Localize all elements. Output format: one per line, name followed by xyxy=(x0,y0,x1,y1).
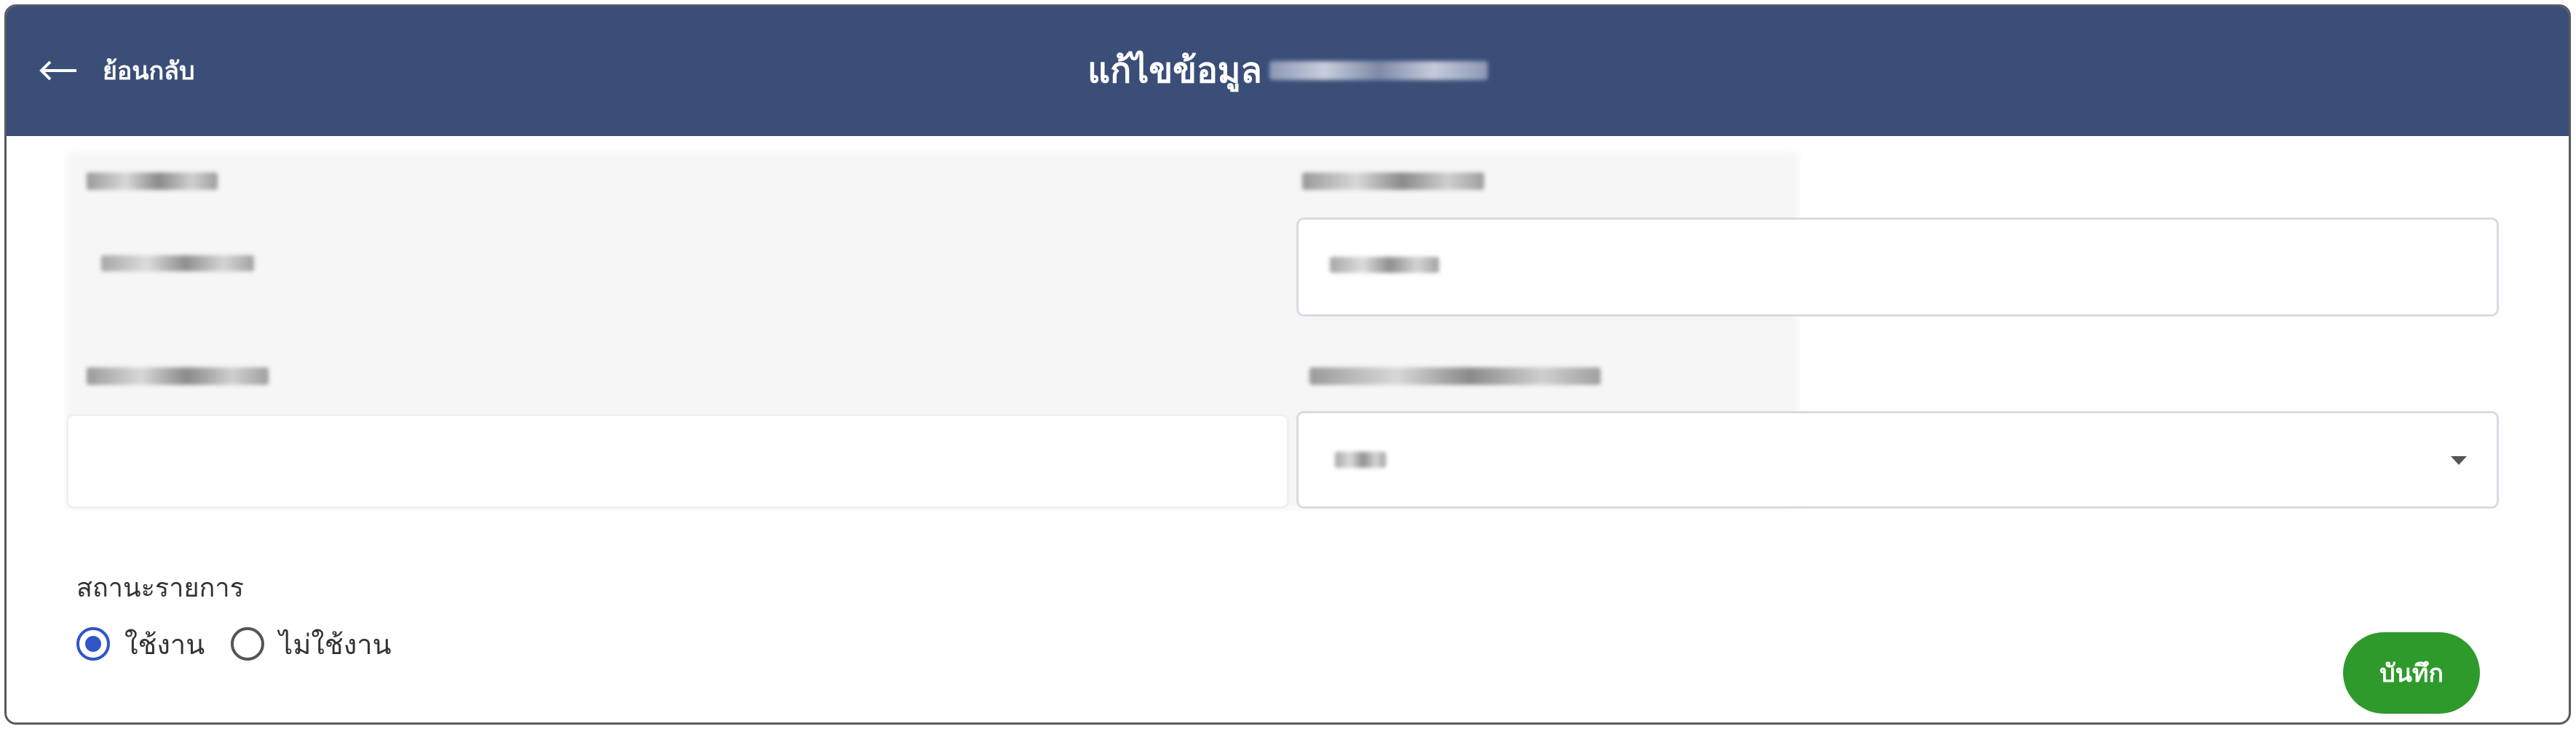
save-button[interactable]: บันทึก xyxy=(2343,632,2480,714)
text-input-2[interactable] xyxy=(1296,218,2499,316)
edit-form-window: ย้อนกลับ แก้ไขข้อมูล สถานะรายการ ใช้งาน … xyxy=(4,4,2571,725)
status-label: สถานะรายการ xyxy=(76,573,244,603)
field-value-2 xyxy=(1330,257,1439,273)
field-label-2 xyxy=(1302,172,1484,190)
field-label-1 xyxy=(87,172,218,190)
field-label-4 xyxy=(1309,367,1601,385)
radio-inactive[interactable] xyxy=(231,627,265,661)
text-input-3[interactable] xyxy=(66,414,1289,509)
status-radio-group: ใช้งาน ไม่ใช้งาน xyxy=(76,622,418,666)
field-label-3 xyxy=(87,367,269,385)
page-title: แก้ไขข้อมูล xyxy=(1087,50,1262,91)
status-option-active[interactable]: ใช้งาน xyxy=(76,622,205,666)
select-4[interactable] xyxy=(1296,411,2499,509)
page-title-wrap: แก้ไขข้อมูล xyxy=(7,43,2569,98)
radio-active[interactable] xyxy=(76,627,110,661)
status-option-active-label: ใช้งาน xyxy=(124,628,205,661)
select-value-4 xyxy=(1335,452,1386,468)
status-option-inactive[interactable]: ไม่ใช้งาน xyxy=(231,622,392,666)
caret-down-icon xyxy=(2451,456,2467,465)
page-header: ย้อนกลับ แก้ไขข้อมูล xyxy=(7,7,2569,136)
redacted-title-suffix xyxy=(1269,61,1488,80)
field-value-1 xyxy=(101,255,254,271)
status-option-inactive-label: ไม่ใช้งาน xyxy=(279,628,392,661)
